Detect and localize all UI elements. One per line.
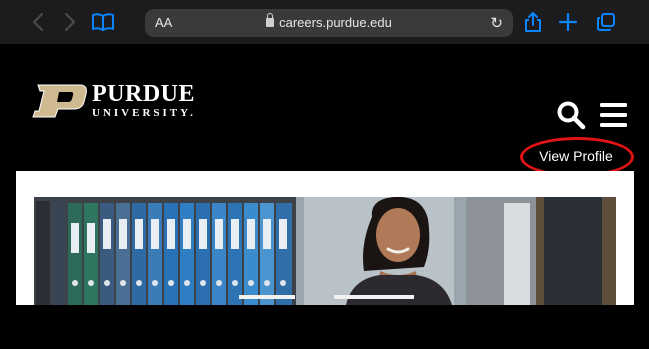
purdue-p-logo[interactable] xyxy=(30,82,88,120)
menu-icon[interactable] xyxy=(599,100,629,130)
reload-icon[interactable]: ↻ xyxy=(490,14,503,32)
back-icon[interactable] xyxy=(28,10,48,34)
url-display[interactable]: careers.purdue.edu xyxy=(145,13,513,30)
view-profile-link[interactable]: View Profile xyxy=(520,137,634,177)
browser-toolbar: AA careers.purdue.edu ↻ xyxy=(0,0,649,44)
share-icon[interactable] xyxy=(522,10,544,34)
new-tab-icon[interactable] xyxy=(557,10,579,34)
tabs-icon[interactable] xyxy=(594,10,618,34)
forward-icon[interactable] xyxy=(60,10,80,34)
lock-icon xyxy=(266,13,275,27)
url-text: careers.purdue.edu xyxy=(279,15,392,30)
address-bar[interactable]: AA careers.purdue.edu ↻ xyxy=(145,9,513,37)
purdue-wordmark[interactable]: PURDUE UNIVERSITY. xyxy=(92,82,196,120)
bookmarks-icon[interactable] xyxy=(90,10,116,34)
logo-line2: UNIVERSITY. xyxy=(92,107,196,119)
logo-line1: PURDUE xyxy=(92,81,195,107)
hero-image xyxy=(34,197,616,305)
view-profile-label: View Profile xyxy=(539,148,613,164)
search-icon[interactable] xyxy=(556,100,586,130)
